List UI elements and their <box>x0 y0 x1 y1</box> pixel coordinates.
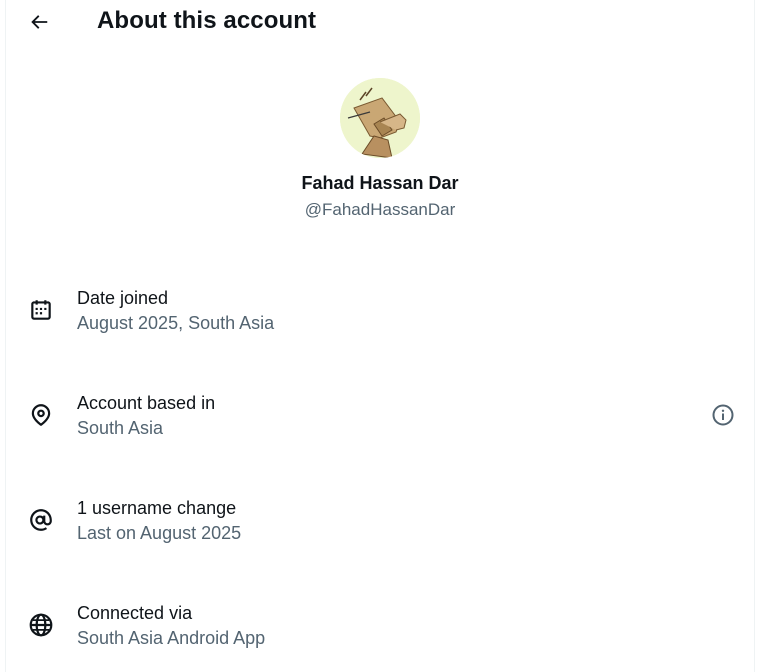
username-handle: @FahadHassanDar <box>304 200 456 219</box>
row-text: Account based in South Asia <box>77 390 215 440</box>
back-button[interactable] <box>24 7 54 37</box>
row-text: Connected via South Asia Android App <box>77 600 265 650</box>
row-label: 1 username change <box>77 498 237 518</box>
row-value: South Asia <box>77 418 164 438</box>
row-label: Connected via <box>77 603 193 623</box>
row-connected-via: Connected via South Asia Android App <box>6 600 754 672</box>
page-title: About this account <box>97 7 317 34</box>
profile-summary: Fahad Hassan Dar @FahadHassanDar <box>6 78 754 221</box>
globe-icon <box>26 610 56 640</box>
calendar-icon <box>26 295 56 325</box>
at-sign-icon <box>26 505 56 535</box>
info-button[interactable] <box>709 401 737 429</box>
info-icon <box>712 404 734 426</box>
row-username-change: 1 username change Last on August 2025 <box>6 495 754 600</box>
row-value: Last on August 2025 <box>77 523 242 543</box>
location-pin-icon <box>26 400 56 430</box>
account-details-list: Date joined August 2025, South Asia Acco… <box>6 285 754 672</box>
arrow-left-icon <box>31 15 48 29</box>
row-label: Date joined <box>77 288 169 308</box>
row-account-based-in: Account based in South Asia <box>6 390 754 495</box>
avatar[interactable] <box>340 78 420 158</box>
row-date-joined: Date joined August 2025, South Asia <box>6 285 754 390</box>
row-value: August 2025, South Asia <box>77 313 275 333</box>
about-account-panel: About this account Fahad Hassan Dar @Fah… <box>5 0 755 672</box>
display-name: Fahad Hassan Dar <box>301 173 459 193</box>
avatar-image <box>340 78 420 158</box>
row-text: Date joined August 2025, South Asia <box>77 285 274 335</box>
row-label: Account based in <box>77 393 216 413</box>
row-text: 1 username change Last on August 2025 <box>77 495 241 545</box>
header: About this account <box>6 0 754 44</box>
row-value: South Asia Android App <box>77 628 266 648</box>
